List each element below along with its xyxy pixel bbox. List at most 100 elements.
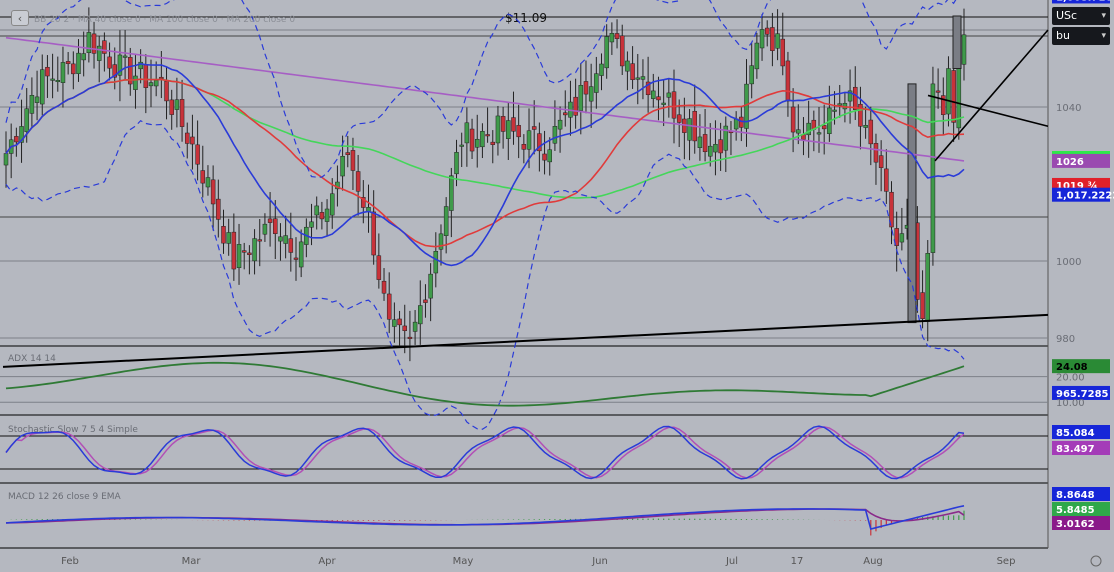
candle-body [935, 90, 941, 93]
candle-body [252, 238, 257, 262]
candle-body [526, 130, 532, 150]
price-badge-label: 1,068.7160 [1056, 0, 1114, 3]
chart-type-select[interactable]: bu ▾ [1052, 27, 1110, 45]
candle-body [226, 232, 231, 244]
candle-body [661, 102, 666, 105]
candle-body [708, 145, 713, 157]
candle-body [790, 106, 796, 133]
candle-body [563, 112, 568, 116]
candle-body [50, 78, 55, 81]
candle-body [376, 255, 382, 280]
candle-body [578, 85, 584, 111]
candle-body [200, 170, 206, 184]
candle-body [713, 144, 718, 153]
candle-body [625, 60, 630, 72]
chevron-down-icon: ▾ [1101, 31, 1106, 41]
candle-body [3, 153, 9, 166]
candle-body [816, 132, 822, 135]
candle-body [247, 252, 252, 255]
adx-line [5, 361, 965, 407]
candle-body [91, 33, 97, 54]
candle-body [164, 80, 169, 102]
x-tick-label: 17 [791, 556, 804, 567]
candle-body [371, 211, 376, 256]
candle-body [459, 144, 464, 147]
candle-body [283, 235, 288, 244]
candle-body [39, 69, 45, 105]
candle-body [656, 96, 661, 101]
candle-body [267, 218, 273, 223]
adx-tick-label: 20.00 [1056, 373, 1085, 384]
candle-body [159, 76, 164, 79]
x-tick-label: May [453, 556, 474, 567]
candle-body [210, 179, 216, 205]
y-tick-label: 1000 [1056, 257, 1081, 268]
candle-body [495, 115, 501, 144]
candle-body [951, 70, 956, 123]
chart-canvas[interactable]: 98010001020104010601080$11.09BB 20 2 · M… [0, 0, 1114, 572]
candle-body [412, 321, 418, 332]
candle-body [449, 175, 454, 211]
candle-body [599, 63, 604, 76]
candle-body [651, 90, 656, 99]
symbol-select-label: USc [1056, 9, 1078, 22]
candle-body [920, 292, 925, 319]
candle-body [236, 244, 242, 268]
candle-body [583, 81, 589, 95]
bb-middle-line [5, 62, 965, 267]
macd-histogram-group [10, 510, 965, 536]
candle-body [169, 99, 174, 115]
candle-body [102, 40, 107, 54]
symbol-select[interactable]: USc ▾ [1052, 7, 1110, 25]
candle-body [24, 108, 29, 133]
candle-body [474, 138, 480, 148]
candle-body [464, 122, 470, 144]
candle-body [174, 99, 180, 110]
candle-body [821, 125, 827, 130]
candle-body [718, 139, 723, 154]
candle-body [676, 114, 682, 123]
candle-body [153, 80, 159, 87]
candle-body [205, 177, 211, 188]
candle-body [930, 83, 936, 253]
chevron-left-icon[interactable]: ‹ [11, 10, 29, 26]
candle-body [45, 66, 50, 77]
candle-body [873, 143, 879, 163]
candle-body [619, 35, 625, 67]
candle-body [179, 99, 185, 127]
candle-body [329, 193, 335, 216]
candle-body [853, 86, 858, 110]
candle-body [516, 125, 521, 138]
candle-body [573, 96, 578, 116]
candle-body [298, 241, 304, 268]
candle-body [428, 273, 433, 299]
x-tick-label: Sep [997, 556, 1016, 567]
candle-body [542, 153, 547, 161]
candle-body [86, 32, 92, 53]
candle-body [392, 319, 397, 327]
candle-body [402, 325, 407, 331]
candle-body [770, 27, 775, 51]
candle-body [324, 208, 330, 222]
candle-body [687, 118, 692, 141]
candle-body [71, 63, 76, 75]
x-tick-label: Feb [61, 556, 79, 567]
candle-body [666, 92, 672, 98]
bb-upper-band [5, 0, 957, 178]
candle-body [952, 15, 962, 69]
x-tick-label: Jun [591, 556, 608, 567]
candle-body [594, 73, 599, 93]
candle-body [588, 86, 594, 102]
price-badge-label: 1026 [1056, 157, 1084, 168]
candle-body [407, 336, 413, 339]
candle-body [671, 91, 677, 119]
candle-body [340, 156, 345, 177]
candle-body [262, 223, 268, 235]
candle-body [293, 257, 299, 260]
overlay-legend-label: BB 20 2 · MA 40 close 0 · MA 100 close 0… [34, 15, 295, 25]
candle-body [273, 218, 278, 234]
macd-badge-label: 3.0162 [1056, 519, 1095, 530]
candle-body [314, 205, 319, 216]
candle-body [604, 36, 609, 69]
adx-title: ADX 14 14 [8, 354, 56, 364]
